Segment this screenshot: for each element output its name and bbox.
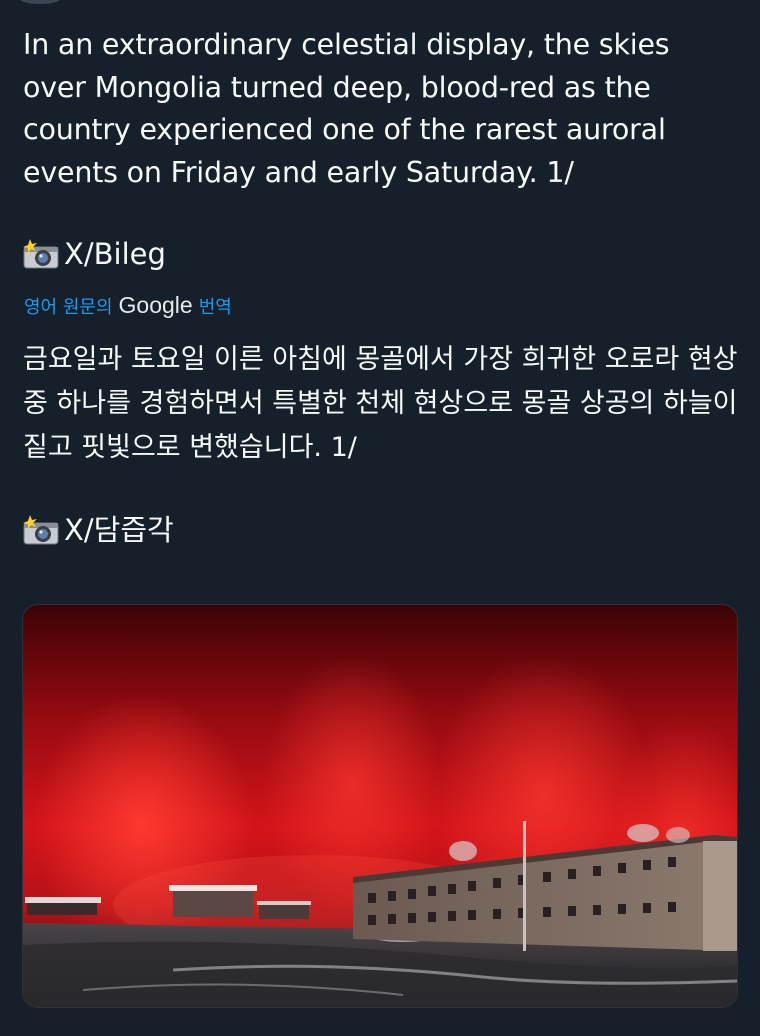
photo-credit-1: X/Bileg [22, 236, 166, 272]
camera-with-flash-icon [22, 514, 60, 546]
aurora-photo [23, 605, 737, 1007]
credit-text: X/Bileg [64, 237, 166, 271]
translation-label[interactable]: 영어 원문의 Google 번역 [24, 292, 232, 319]
tweet: In an extraordinary celestial display, t… [0, 0, 760, 1036]
tweet-text: In an extraordinary celestial display, t… [23, 28, 670, 189]
tweet-photo[interactable] [22, 604, 738, 1008]
photo-credit-2: X/담즙각 [22, 512, 174, 548]
camera-with-flash-icon [22, 238, 60, 270]
translation-prefix: 영어 원문의 [24, 297, 113, 318]
avatar-edge [20, 0, 60, 4]
translated-text: 금요일과 토요일 이른 아침에 몽골에서 가장 희귀한 오로라 현상 중 하나를… [23, 344, 738, 463]
credit-text: X/담즙각 [64, 513, 174, 547]
google-brand: Google [118, 292, 193, 318]
translation-suffix: 번역 [198, 297, 232, 318]
